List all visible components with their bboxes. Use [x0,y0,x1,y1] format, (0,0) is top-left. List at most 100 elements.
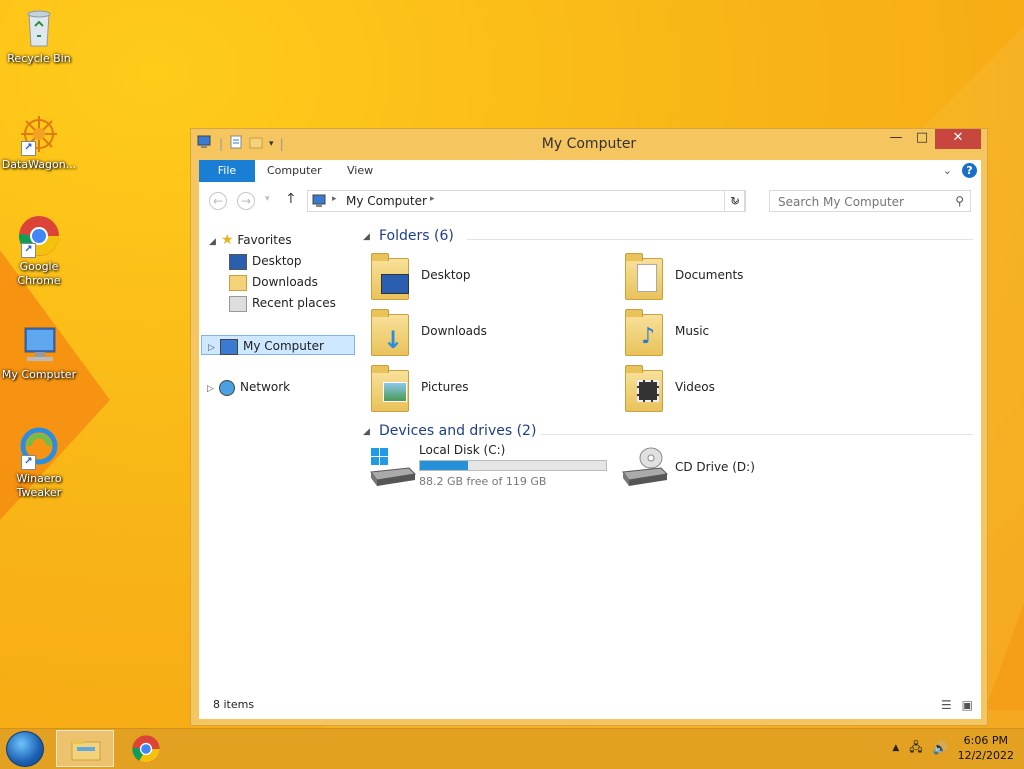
collapse-triangle-icon[interactable]: ◢ [363,232,370,242]
search-box[interactable]: ⚲ [769,190,971,212]
expand-triangle-icon[interactable]: ▷ [208,338,220,358]
large-icons-view-icon[interactable]: ▣ [962,698,973,712]
volume-icon[interactable]: 🔊 [933,741,948,755]
search-input[interactable] [776,194,950,210]
search-icon[interactable]: ⚲ [955,194,964,208]
show-hidden-icons-chevron-icon[interactable]: ▲ [892,743,899,753]
taskbar-file-explorer[interactable] [56,730,114,767]
network-status-icon[interactable]: 🖧 [909,738,922,759]
navigation-pane: ◢ ★ Favorites Desktop Downloads Recent pl… [199,220,359,690]
desktop-icon-my-computer[interactable]: My Computer [0,322,78,382]
desktop-folder-icon [369,252,411,300]
nav-label: Favorites [237,233,292,247]
folder-label: Documents [675,268,744,282]
help-icon[interactable]: ? [962,163,977,178]
wallpaper-shape [985,600,1024,710]
start-button[interactable] [6,731,44,767]
desktop-icon-recycle-bin[interactable]: Recycle Bin [0,6,78,66]
clock-date: 12/2/2022 [957,749,1014,762]
breadcrumb-chevron-icon[interactable]: ▸ [332,194,337,204]
nav-item-my-computer[interactable]: ▷ My Computer [201,335,355,355]
status-bar: 8 items ☰ ▣ [199,690,981,719]
chrome-icon [132,735,160,763]
breadcrumb-chevron-icon[interactable]: ▸ [430,194,435,204]
devices-group-header[interactable]: Devices and drives (2) [379,423,536,439]
drive-free-space: 88.2 GB free of 119 GB [419,475,547,488]
drive-label: Local Disk (C:) [419,443,506,457]
nav-item-favorites[interactable]: ◢ ★ Favorites [209,230,292,250]
maximize-button[interactable]: □ [909,129,935,149]
back-button[interactable]: ← [209,192,227,210]
nav-item-recent-places[interactable]: Recent places [229,293,336,313]
pictures-folder-icon [369,364,411,412]
main-pane: ◢ Folders (6) Desktop Documents ↓ Downlo… [363,220,981,690]
shortcut-arrow-icon: ↗ [21,243,36,258]
details-view-icon[interactable]: ☰ [941,698,952,712]
nav-item-downloads[interactable]: Downloads [229,272,318,292]
drive-tile-local-disk[interactable]: Local Disk (C:) 88.2 GB free of 119 GB [369,442,619,494]
datawagon-icon: ↗ [17,112,61,156]
taskbar: ▲ 🖧 🔊 6:06 PM 12/2/2022 [0,728,1024,769]
group-divider [467,239,973,240]
folder-tile-desktop[interactable]: Desktop [369,250,609,302]
window-title: My Computer [541,136,637,152]
nav-label: Recent places [252,296,336,310]
tab-computer[interactable]: Computer [267,160,322,182]
star-icon: ★ [221,232,234,248]
close-button[interactable]: ✕ [935,129,981,149]
winaero-tweaker-icon: ↗ [17,426,61,470]
taskbar-chrome[interactable] [118,730,176,767]
folder-label: Pictures [421,380,469,394]
up-button[interactable]: ↑ [285,191,297,207]
expand-triangle-icon[interactable]: ▷ [207,379,219,399]
collapse-triangle-icon[interactable]: ◢ [363,427,370,437]
minimize-button[interactable]: — [883,129,909,149]
nav-label: My Computer [243,339,324,353]
desktop-icon-google-chrome[interactable]: ↗ Google Chrome [0,214,78,288]
desktop-icon-label: Google Chrome [17,260,61,287]
desktop-icon [229,253,247,270]
explorer-window: | ▾ | My Computer — □ ✕ File Computer Vi… [190,128,988,726]
computer-icon [220,338,238,355]
folder-tile-downloads[interactable]: ↓ Downloads [369,306,609,358]
drive-tile-cd-drive[interactable]: CD Drive (D:) [621,442,871,494]
nav-item-desktop[interactable]: Desktop [229,251,302,271]
forward-button[interactable]: → [237,192,255,210]
documents-folder-icon [623,252,665,300]
drive-usage-fill [420,461,469,470]
folder-tile-music[interactable]: ♪ Music [623,306,863,358]
folder-tile-documents[interactable]: Documents [623,250,863,302]
computer-icon [312,194,328,211]
drive-label: CD Drive (D:) [675,460,755,474]
recent-places-icon [229,295,247,312]
clock-time: 6:06 PM [963,734,1008,747]
tab-file[interactable]: File [199,160,255,182]
desktop-icon-label: My Computer [1,368,77,381]
expand-ribbon-chevron-icon[interactable]: ⌄ [943,164,952,177]
tab-view[interactable]: View [347,160,373,182]
computer-icon [17,322,61,366]
recycle-bin-icon [17,6,61,50]
desktop-icon-datawagon[interactable]: ↗ DataWagon... [0,112,78,172]
cd-drive-icon [621,444,669,492]
address-path[interactable]: My Computer [346,194,427,208]
recent-locations-chevron-icon[interactable]: ▾ [265,194,270,204]
navigation-bar: ← → ▾ ↑ ▸ My Computer ▸ ⌄ ↻ ⚲ [199,182,981,220]
chrome-icon: ↗ [17,214,61,258]
folders-group-header[interactable]: Folders (6) [379,228,454,244]
desktop-icon-label: Winaero Tweaker [16,472,62,499]
shortcut-arrow-icon: ↗ [21,455,36,470]
refresh-button[interactable]: ↻ [724,190,746,212]
nav-item-network[interactable]: ▷ Network [207,377,290,397]
content-area: ◢ ★ Favorites Desktop Downloads Recent pl… [199,220,981,719]
folder-tile-pictures[interactable]: Pictures [369,362,609,414]
network-icon [219,379,235,396]
address-bar[interactable]: ▸ My Computer ▸ ⌄ [307,190,745,212]
collapse-triangle-icon[interactable]: ◢ [209,232,221,252]
nav-label: Downloads [252,275,318,289]
clock[interactable]: 6:06 PM 12/2/2022 [958,733,1014,763]
downloads-folder-icon [229,274,247,291]
title-bar[interactable]: | ▾ | My Computer — □ ✕ [191,129,987,159]
folder-tile-videos[interactable]: Videos [623,362,863,414]
desktop-icon-winaero-tweaker[interactable]: ↗ Winaero Tweaker [0,426,78,500]
